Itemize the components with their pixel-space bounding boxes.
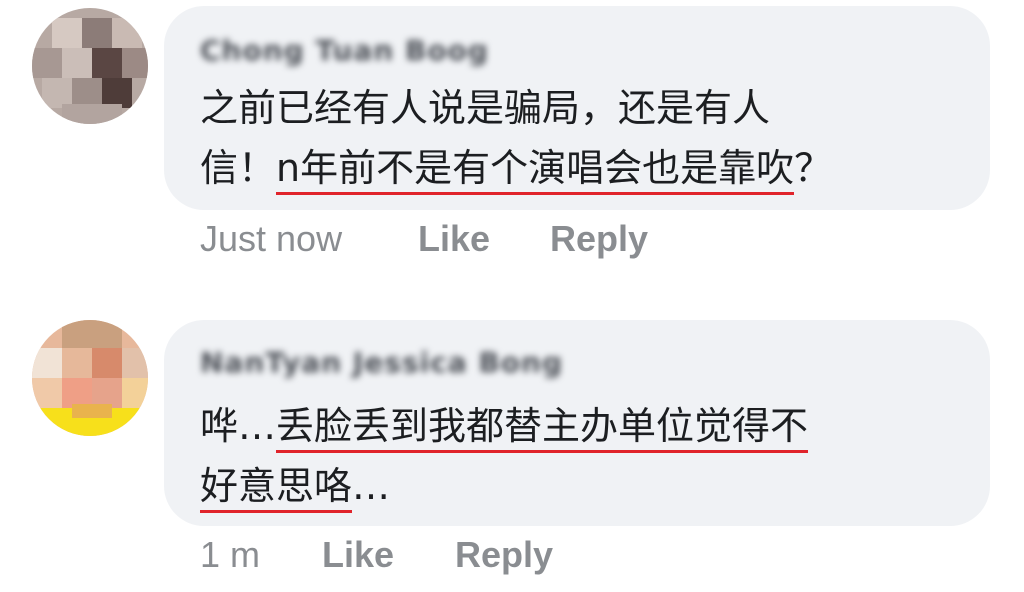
like-button[interactable]: Like bbox=[418, 218, 490, 260]
underlined-text: 丢脸丢到我都替主办单位觉得不 bbox=[276, 404, 809, 453]
reply-button[interactable]: Reply bbox=[455, 534, 553, 576]
underlined-text: 好意思咯 bbox=[200, 464, 353, 513]
author-name-text: NanTyan Jessica Bong bbox=[200, 346, 563, 379]
reply-button[interactable]: Reply bbox=[550, 218, 648, 260]
timestamp[interactable]: 1 m bbox=[200, 534, 260, 576]
timestamp[interactable]: Just now bbox=[200, 218, 342, 260]
comment-2: NanTyan Jessica Bong 哗…丢脸丢到我都替主办单位觉得不 好意… bbox=[0, 310, 1024, 592]
comment-bubble: Chong Tuan Boog 之前已经有人说是骗局，还是有人 信！n年前不是有… bbox=[164, 6, 990, 210]
comment-1: Chong Tuan Boog 之前已经有人说是骗局，还是有人 信！n年前不是有… bbox=[0, 0, 1024, 270]
like-button[interactable]: Like bbox=[322, 534, 394, 576]
comment-bubble: NanTyan Jessica Bong 哗…丢脸丢到我都替主办单位觉得不 好意… bbox=[164, 320, 990, 526]
author-name-text: Chong Tuan Boog bbox=[200, 34, 489, 67]
underlined-text: n年前不是有个演唱会也是靠吹 bbox=[276, 146, 795, 195]
comment-text-line-1: 哗…丢脸丢到我都替主办单位觉得不 bbox=[200, 402, 809, 453]
author-name[interactable]: Chong Tuan Boog bbox=[200, 34, 489, 68]
avatar[interactable] bbox=[32, 8, 148, 124]
comment-text-line-1: 之前已经有人说是骗局，还是有人 bbox=[200, 86, 771, 130]
comment-text-line-2: 好意思咯… bbox=[200, 462, 390, 513]
author-name[interactable]: NanTyan Jessica Bong bbox=[200, 346, 563, 380]
comment-text-line-2: 信！n年前不是有个演唱会也是靠吹？ bbox=[200, 144, 832, 195]
avatar[interactable] bbox=[32, 320, 148, 436]
